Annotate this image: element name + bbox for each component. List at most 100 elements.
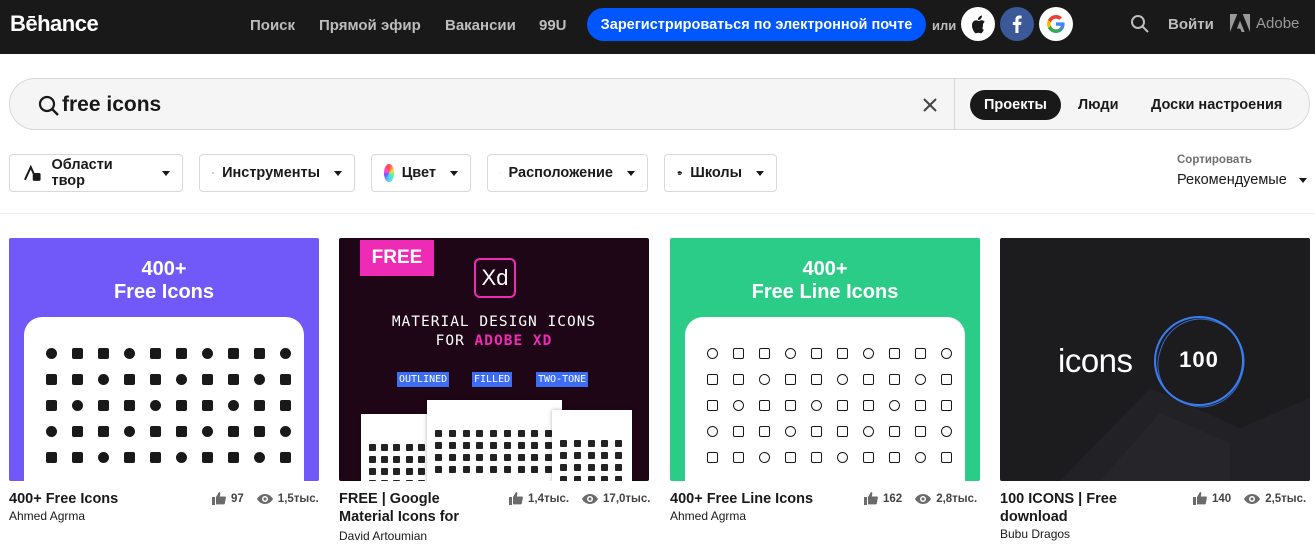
login-link[interactable]: Войти xyxy=(1168,16,1214,33)
project-owner[interactable]: Bubu Dragos xyxy=(1000,527,1070,541)
glyph-icon xyxy=(907,340,933,366)
glyph-icon xyxy=(142,366,168,392)
close-icon[interactable] xyxy=(922,97,938,113)
nav-99u[interactable]: 99U xyxy=(539,17,567,34)
nav-jobs[interactable]: Вакансии xyxy=(445,17,516,34)
location-filter[interactable]: Расположение xyxy=(487,154,648,192)
cover-word: icons xyxy=(1058,342,1133,379)
filled-chip: FILLED xyxy=(472,372,513,387)
cover-line: FOR ADOBE XD xyxy=(339,333,649,349)
mini-glyph-icon xyxy=(448,454,456,461)
behance-logo[interactable]: Bēhance xyxy=(10,11,99,37)
mini-glyph-icon xyxy=(517,442,525,449)
search-icon[interactable] xyxy=(38,95,60,117)
project-title[interactable]: 100 ICONS | Free download xyxy=(1000,490,1160,526)
glyph-icon xyxy=(220,444,246,470)
project-title[interactable]: 400+ Free Icons xyxy=(9,490,118,508)
glyph-icon xyxy=(933,418,959,444)
glyph-icon xyxy=(725,366,751,392)
glyph-icon xyxy=(803,366,829,392)
chevron-down-icon xyxy=(1298,177,1307,183)
mini-glyph-icon xyxy=(381,444,389,451)
glyph-icon xyxy=(907,444,933,470)
nav-search[interactable]: Поиск xyxy=(250,17,295,34)
mini-glyph-icon xyxy=(587,440,595,447)
thumbs-up-icon xyxy=(509,492,523,505)
mini-glyph-icon xyxy=(601,440,609,447)
project-cover[interactable]: 400+ Free Icons xyxy=(9,238,319,481)
project-title[interactable]: FREE | Google Material Icons for xyxy=(339,490,489,526)
mini-glyph-icon xyxy=(615,452,623,459)
glyph-icon xyxy=(194,392,220,418)
glyph-icon xyxy=(220,340,246,366)
tools-filter[interactable]: Инструменты xyxy=(199,154,355,192)
tab-projects[interactable]: Проекты xyxy=(970,90,1061,120)
google-signin-button[interactable] xyxy=(1039,7,1073,41)
sort-dropdown[interactable]: Рекомендуемые xyxy=(1177,172,1307,188)
glyph-icon xyxy=(168,366,194,392)
project-owner[interactable]: David Artoumian xyxy=(339,529,427,543)
mini-glyph-icon xyxy=(476,466,484,473)
color-filter[interactable]: Цвет xyxy=(371,154,471,192)
signup-email-button[interactable]: Зарегистрироваться по электронной почте xyxy=(587,8,926,41)
adobe-link[interactable]: Adobe xyxy=(1230,14,1299,32)
cover-line-prefix: FOR xyxy=(435,333,475,349)
search-bar: Проекты Люди Доски настроения xyxy=(9,78,1310,130)
mini-glyph-icon xyxy=(462,454,470,461)
facebook-signin-button[interactable] xyxy=(1000,7,1034,41)
glyph-icon xyxy=(64,392,90,418)
tab-people[interactable]: Люди xyxy=(1064,90,1132,120)
filter-label: Цвет xyxy=(401,165,436,181)
schools-filter[interactable]: Школы xyxy=(664,154,777,192)
mini-glyph-icon xyxy=(369,480,376,481)
apple-signin-button[interactable] xyxy=(961,7,995,41)
creative-fields-filter[interactable]: Области твор xyxy=(9,154,183,192)
glyph-icon xyxy=(855,444,881,470)
project-owner[interactable]: Ahmed Agrma xyxy=(9,509,85,523)
free-tag: FREE xyxy=(360,240,434,276)
tools-icon xyxy=(212,172,214,174)
project-cover[interactable]: FREE Xd MATERIAL DESIGN ICONS FOR ADOBE … xyxy=(339,238,649,481)
project-cover[interactable]: icons 100 xyxy=(1000,238,1310,481)
mini-glyph-icon xyxy=(405,444,413,451)
glyph-icon xyxy=(272,340,298,366)
mini-glyph-icon xyxy=(435,454,442,461)
project-title[interactable]: 400+ Free Line Icons xyxy=(670,490,813,508)
glyph-icon xyxy=(803,340,829,366)
glyph-icon xyxy=(829,366,855,392)
glyph-icon xyxy=(38,340,64,366)
glyph-icon xyxy=(142,444,168,470)
sort-value: Рекомендуемые xyxy=(1177,172,1287,188)
mini-glyph-icon xyxy=(503,454,511,461)
glyph-icon xyxy=(220,418,246,444)
top-navigation-bar: Bēhance Поиск Прямой эфир Вакансии 99U З… xyxy=(0,0,1315,54)
project-owner[interactable]: Ahmed Agrma xyxy=(670,509,746,523)
glyph-icon xyxy=(38,444,64,470)
mini-glyph-icon xyxy=(476,454,484,461)
mini-glyph-icon xyxy=(573,464,581,471)
tab-moodboards[interactable]: Доски настроения xyxy=(1137,90,1296,120)
mini-glyph-icon xyxy=(435,442,442,449)
thumbs-up-icon xyxy=(864,492,878,505)
glyph-icon xyxy=(907,392,933,418)
mini-glyph-icon xyxy=(381,480,389,481)
mini-glyph-icon xyxy=(462,430,470,437)
glyph-icon xyxy=(220,366,246,392)
glyph-icon xyxy=(90,418,116,444)
glyph-icon xyxy=(751,366,777,392)
nav-livestream[interactable]: Прямой эфир xyxy=(319,17,421,34)
glyph-icon xyxy=(907,366,933,392)
xd-logo: Xd xyxy=(474,258,516,298)
search-icon[interactable] xyxy=(1130,14,1150,34)
project-cover[interactable]: 400+ Free Line Icons xyxy=(670,238,980,481)
icon-panel xyxy=(24,317,304,481)
mini-glyph-icon xyxy=(417,456,425,463)
search-input[interactable] xyxy=(62,92,902,118)
icon-grid xyxy=(699,340,959,470)
preview-sheet xyxy=(552,410,632,481)
glyph-icon xyxy=(725,418,751,444)
mini-glyph-icon xyxy=(560,476,567,481)
glyph-icon xyxy=(246,418,272,444)
glyph-icon xyxy=(699,418,725,444)
mini-glyph-icon xyxy=(393,468,401,475)
